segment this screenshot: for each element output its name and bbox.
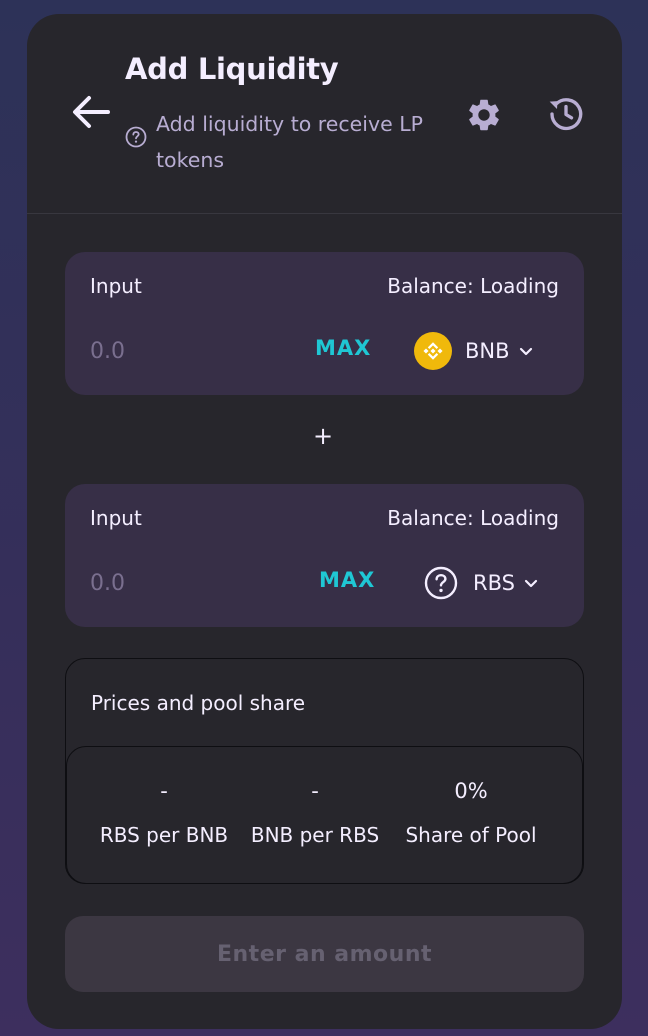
stat-value: - (160, 779, 168, 803)
bnb-token-icon (414, 332, 452, 370)
question-circle-icon[interactable] (125, 126, 147, 148)
max-button[interactable]: MAX (315, 336, 371, 360)
chevron-down-icon (519, 347, 532, 356)
plus-icon: + (313, 422, 334, 450)
token-symbol: BNB (465, 339, 510, 363)
page-subtitle: Add liquidity to receive LP tokens (156, 112, 424, 172)
question-circle-icon (422, 564, 460, 602)
stat-label: BNB per RBS (250, 823, 380, 847)
stat-share-of-pool: 0% Share of Pool (397, 779, 545, 847)
amount-input[interactable] (90, 334, 260, 368)
input-label: Input (90, 274, 142, 298)
arrow-left-icon (73, 96, 110, 128)
chevron-down-icon (524, 579, 538, 588)
settings-button[interactable] (465, 96, 503, 134)
stat-value: - (311, 779, 319, 803)
balance-text: Balance: Loading (387, 506, 559, 530)
history-icon (549, 98, 583, 131)
pool-stats: - RBS per BNB - BNB per RBS 0% Share of … (66, 746, 583, 884)
card-header: Add Liquidity Add liquidity to receive L… (27, 14, 622, 214)
token-input-panel: Input Balance: Loading MAX RBS (65, 484, 584, 627)
stat-bnb-per-rbs: - BNB per RBS (245, 779, 385, 847)
add-liquidity-card: Add Liquidity Add liquidity to receive L… (27, 14, 622, 1029)
back-button[interactable] (71, 92, 111, 132)
prices-title: Prices and pool share (91, 691, 306, 715)
stat-value: 0% (454, 779, 488, 803)
token-select-button[interactable]: BNB (414, 330, 534, 372)
token-select-button[interactable]: RBS (422, 562, 539, 604)
token-symbol: RBS (473, 571, 515, 595)
stat-label: Share of Pool (405, 823, 537, 847)
max-button[interactable]: MAX (319, 568, 375, 592)
stat-label: RBS per BNB (99, 823, 229, 847)
amount-input[interactable] (90, 566, 260, 600)
input-label: Input (90, 506, 142, 530)
history-button[interactable] (546, 94, 586, 134)
enter-amount-button[interactable]: Enter an amount (65, 916, 584, 992)
token-input-panel: Input Balance: Loading MAX (65, 252, 584, 395)
stat-rbs-per-bnb: - RBS per BNB (95, 779, 233, 847)
balance-text: Balance: Loading (387, 274, 559, 298)
prices-and-pool-share-panel: Prices and pool share - RBS per BNB - BN… (65, 658, 584, 884)
page-title: Add Liquidity (125, 52, 339, 86)
gear-icon (469, 99, 499, 131)
